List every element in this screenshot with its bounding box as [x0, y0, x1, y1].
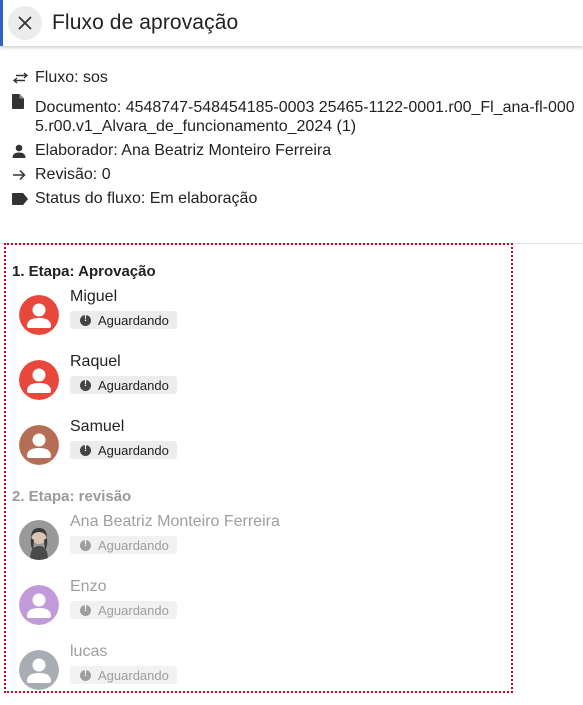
status-badge: Aguardando: [70, 601, 177, 619]
avatar: [19, 650, 59, 690]
stage-member[interactable]: Raquel Aguardando: [19, 353, 319, 400]
stage-member[interactable]: Miguel Aguardando: [19, 288, 319, 335]
status-text: Aguardando: [98, 312, 169, 328]
document-icon: [12, 94, 30, 109]
member-name: Samuel: [70, 418, 125, 435]
author-row: Elaborador: Ana Beatriz Monteiro Ferreir…: [12, 139, 577, 163]
alert-icon: [80, 668, 91, 681]
status-badge: Aguardando: [70, 536, 177, 554]
avatar-photo: [19, 520, 59, 560]
stage-title: 1. Etapa: Aprovação: [12, 263, 156, 280]
dialog-header: Fluxo de aprovação: [0, 0, 583, 46]
stages-panel: 1. Etapa: Aprovação Miguel Aguardando Ra…: [4, 243, 513, 693]
stage-member[interactable]: Samuel Aguardando: [19, 418, 319, 465]
stage-member[interactable]: lucas Aguardando: [19, 643, 319, 690]
revision-label: Revisão: 0: [35, 166, 111, 183]
status-badge: Aguardando: [70, 441, 177, 459]
avatar: [19, 585, 59, 625]
page-title: Fluxo de aprovação: [52, 11, 239, 34]
alert-icon: [80, 313, 91, 326]
close-button[interactable]: [8, 6, 42, 40]
status-text: Aguardando: [98, 537, 169, 553]
avatar: [19, 295, 59, 335]
status-text: Aguardando: [98, 442, 169, 458]
alert-icon: [80, 603, 91, 616]
alert-icon: [80, 538, 91, 551]
person-icon: [12, 144, 30, 158]
status-badge: Aguardando: [70, 666, 177, 684]
status-badge: Aguardando: [70, 311, 177, 329]
alert-icon: [80, 443, 91, 456]
flow-label: Fluxo: sos: [35, 69, 108, 86]
flow-info: Fluxo: sos Documento: 4548747-548454185-…: [12, 66, 577, 211]
status-row: Status do fluxo: Em elaboração: [12, 187, 577, 211]
close-icon: [18, 16, 32, 30]
document-label: Documento: 4548747-548454185-0003 25465-…: [35, 99, 575, 135]
stage-member[interactable]: Enzo Aguardando: [19, 578, 319, 625]
label-tag-icon: [12, 193, 30, 205]
status-text: Aguardando: [98, 377, 169, 393]
swap-arrows-icon: [12, 72, 30, 84]
member-name: Raquel: [70, 353, 121, 370]
status-text: Aguardando: [98, 667, 169, 683]
member-name: lucas: [70, 643, 108, 660]
avatar: [19, 360, 59, 400]
member-name: Enzo: [70, 578, 107, 595]
status-badge: Aguardando: [70, 376, 177, 394]
stage-member[interactable]: Ana Beatriz Monteiro Ferreira Aguardando: [19, 513, 319, 560]
alert-icon: [80, 378, 91, 391]
avatar: [19, 425, 59, 465]
arrow-right-icon: [12, 169, 30, 181]
status-text: Aguardando: [98, 602, 169, 618]
member-name: Miguel: [70, 288, 118, 305]
revision-row: Revisão: 0: [12, 163, 577, 187]
stage-title: 2. Etapa: revisão: [12, 488, 132, 505]
flow-row: Fluxo: sos: [12, 66, 577, 90]
member-name: Ana Beatriz Monteiro Ferreira: [70, 513, 280, 530]
author-label: Elaborador: Ana Beatriz Monteiro Ferreir…: [35, 142, 332, 159]
status-label: Status do fluxo: Em elaboração: [35, 190, 258, 207]
document-row: Documento: 4548747-548454185-0003 25465-…: [12, 94, 577, 136]
